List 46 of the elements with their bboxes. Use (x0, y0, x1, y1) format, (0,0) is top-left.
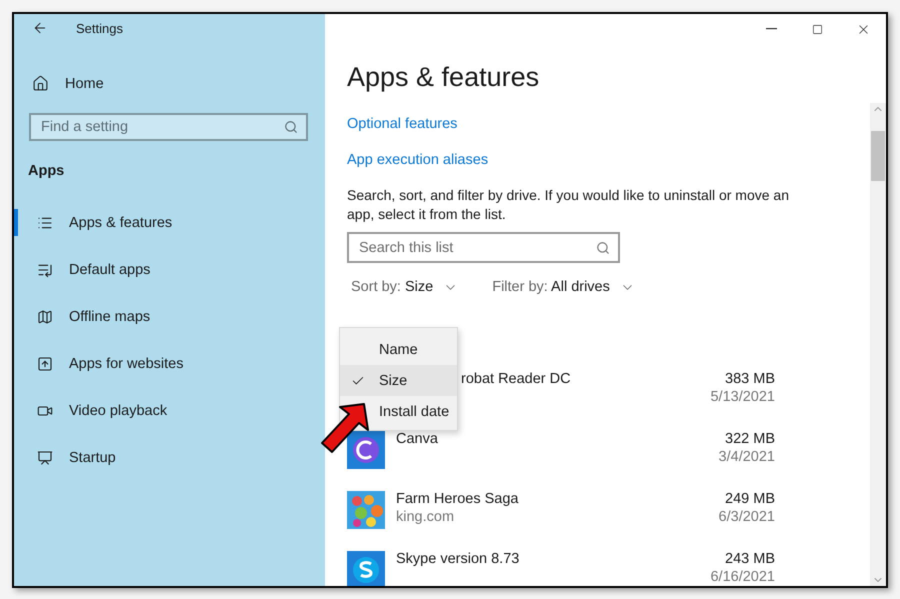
section-heading: Apps (28, 163, 66, 181)
search-icon (284, 120, 298, 134)
app-size: 243 MB (725, 551, 775, 567)
menu-item[interactable]: Install date (340, 396, 457, 427)
app-size: 249 MB (725, 491, 775, 507)
menu-item[interactable]: Name (340, 334, 457, 365)
app-size: 322 MB (725, 431, 775, 447)
fruit-icon (347, 491, 385, 529)
back-button[interactable] (32, 20, 48, 36)
app-name: Canva (396, 431, 439, 447)
home-link[interactable]: Home (14, 70, 104, 97)
scrollbar[interactable] (870, 103, 886, 586)
search-icon (596, 240, 610, 254)
nav-item[interactable]: Video playback (14, 397, 168, 424)
nav-icon (37, 450, 53, 466)
nav-item[interactable]: Offline maps (14, 303, 150, 330)
search-field[interactable]: Search this list (347, 232, 620, 263)
app-logo-icon (347, 431, 385, 469)
install-date: 6/3/2021 (718, 509, 775, 525)
nav-item[interactable]: Default apps (14, 256, 150, 283)
app-size: 383 MB (725, 371, 775, 387)
home-icon (32, 75, 49, 92)
app-name: Farm Heroes Saga (396, 491, 520, 507)
app-name: Skype version 8.73 (396, 551, 520, 567)
scroll-thumb[interactable] (871, 131, 885, 181)
menu-item[interactable]: Size (340, 365, 457, 396)
sort-dropdown[interactable]: Sort by: Size (351, 279, 458, 295)
minimize-icon (766, 28, 776, 30)
install-date: 5/13/2021 (710, 389, 775, 405)
window-title: Settings (76, 20, 123, 36)
page-title: Apps & features (347, 62, 540, 94)
nav-item[interactable]: Apps & features (14, 209, 172, 236)
nav-icon (37, 308, 53, 324)
link[interactable]: Optional features (347, 116, 458, 132)
nav-icon (37, 356, 53, 372)
description: Search, sort, and filter by drive. If you would like to uninstall or move an app, select it from the list. (347, 186, 790, 224)
install-date: 6/16/2021 (710, 569, 775, 585)
app-name: robat Reader DC (461, 371, 572, 387)
app-publisher: king.com (396, 509, 456, 525)
filter-dropdown[interactable]: Filter by: All drives (492, 279, 635, 295)
nav-item[interactable]: Startup (14, 444, 116, 471)
maximize-icon (812, 24, 822, 34)
link[interactable]: App execution aliases (347, 152, 488, 168)
nav-item[interactable]: Apps for websites (14, 350, 184, 377)
search-field[interactable]: Find a setting (29, 113, 308, 141)
install-date: 3/4/2021 (718, 449, 775, 465)
